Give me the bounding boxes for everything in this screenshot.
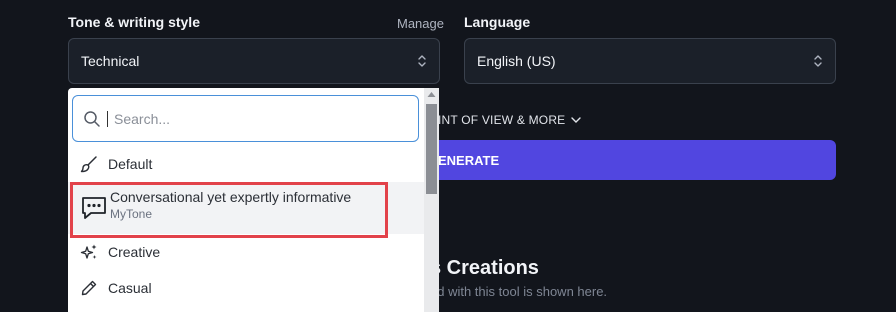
- dropdown-scrollbar[interactable]: [424, 88, 439, 312]
- tone-option-conversational[interactable]: Conversational yet expertly informative …: [68, 182, 424, 234]
- manage-link[interactable]: Manage: [397, 16, 444, 31]
- tone-option-sublabel: MyTone: [110, 207, 153, 221]
- tone-selected-value: Technical: [81, 53, 140, 69]
- tone-search-field[interactable]: [72, 95, 419, 142]
- scroll-up-arrow-icon[interactable]: [427, 91, 436, 98]
- sparkles-icon: [80, 244, 97, 259]
- point-of-view-toggle[interactable]: INT OF VIEW & MORE: [438, 113, 582, 127]
- brush-icon: [80, 156, 97, 173]
- chat-bubble-icon: [82, 197, 106, 219]
- tone-option-label: Creative: [108, 244, 161, 260]
- chevron-up-down-icon: [418, 55, 426, 67]
- tone-option-creative[interactable]: Creative: [68, 236, 424, 268]
- tone-dropdown-panel: Default Conversational yet expertly info…: [68, 88, 424, 312]
- point-of-view-label: INT OF VIEW & MORE: [438, 113, 566, 127]
- tone-option-casual[interactable]: Casual: [68, 272, 424, 304]
- creations-subtitle: ed with this tool is shown here.: [430, 284, 608, 299]
- tone-select[interactable]: Technical: [68, 38, 440, 84]
- generate-button[interactable]: ENERATE: [424, 140, 836, 180]
- tone-option-label: Casual: [108, 280, 152, 296]
- text-cursor: [107, 110, 108, 127]
- language-select[interactable]: English (US): [464, 38, 836, 84]
- tone-option-label: Conversational yet expertly informative: [110, 189, 352, 205]
- tone-search-input[interactable]: [114, 110, 394, 127]
- creations-title: s Creations: [430, 257, 539, 279]
- language-label: Language: [464, 14, 531, 30]
- scrollbar-thumb[interactable]: [426, 104, 437, 194]
- tone-option-label: Default: [108, 156, 153, 172]
- chevron-up-down-icon: [814, 55, 822, 67]
- tone-option-text: Conversational yet expertly informative …: [110, 189, 351, 221]
- search-icon: [84, 110, 100, 127]
- language-selected-value: English (US): [477, 53, 556, 69]
- tone-label: Tone & writing style: [68, 14, 200, 30]
- tone-option-default[interactable]: Default: [68, 148, 424, 180]
- pencil-icon: [81, 280, 97, 296]
- chevron-down-icon: [571, 117, 582, 123]
- generate-button-label: ENERATE: [438, 152, 500, 168]
